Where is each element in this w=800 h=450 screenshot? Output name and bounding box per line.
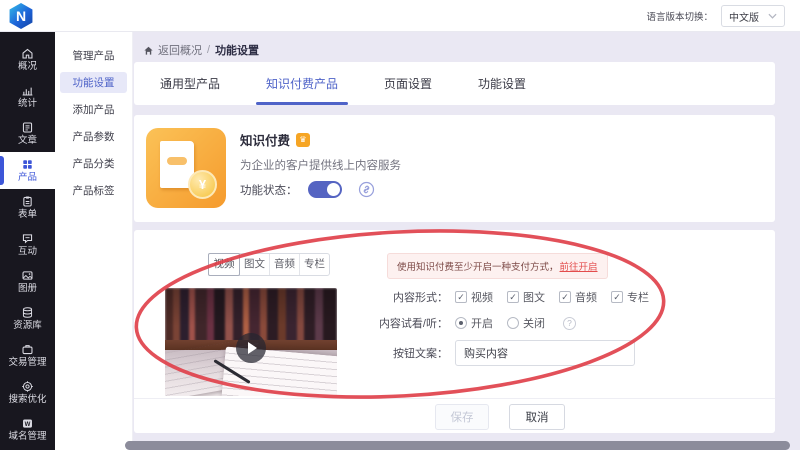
status-label: 功能状态： <box>240 182 298 198</box>
content-tab-video[interactable]: 视频 <box>208 253 240 276</box>
sidebar-item-seo[interactable]: 搜索优化 <box>0 374 55 411</box>
product-info-card: ¥ 知识付费 ♛ 为企业的客户提供线上内容服务 功能状态： <box>134 115 775 222</box>
check-icon: ✓ <box>507 291 519 303</box>
footer-divider <box>134 398 775 399</box>
top-bar: N 语言版本切换： 中文版 <box>0 0 800 32</box>
home-icon <box>143 45 154 56</box>
sidebar-item-trade[interactable]: 交易管理 <box>0 337 55 374</box>
button-text-input[interactable] <box>455 340 635 366</box>
language-select[interactable]: 中文版 <box>721 5 785 27</box>
content-type-label: 内容形式： <box>373 289 448 305</box>
save-button[interactable]: 保存 <box>435 404 489 430</box>
domain-icon: W <box>21 417 34 430</box>
sidebar-item-form[interactable]: 表单 <box>0 189 55 226</box>
tab-function-settings[interactable]: 功能设置 <box>478 62 526 105</box>
payment-warning: 使用知识付费至少开启一种支付方式， 前往开启 <box>387 253 608 279</box>
trial-row: 内容试看/听： 开启 关闭 ? <box>373 314 576 332</box>
link-icon[interactable] <box>358 181 375 198</box>
subsidebar-item-product-tags[interactable]: 产品标签 <box>60 180 127 201</box>
subsidebar-item-manage-product[interactable]: 管理产品 <box>60 45 127 66</box>
sidebar-item-stats[interactable]: 统计 <box>0 78 55 115</box>
radio-icon <box>455 317 467 329</box>
tab-knowledge-pay-product[interactable]: 知识付费产品 <box>266 62 338 105</box>
sidebar-item-product[interactable]: 产品 <box>0 152 55 189</box>
sidebar-item-overview[interactable]: 概况 <box>0 41 55 78</box>
content-settings-card: 视频 图文 音频 专栏 使用知识付费至少开启一种支付方式， 前往开启 内容形式：… <box>134 230 775 433</box>
sidebar-item-domain[interactable]: W 域名管理 <box>0 411 55 448</box>
radio-trial-off[interactable]: 关闭 <box>507 315 545 331</box>
language-value: 中文版 <box>729 9 759 24</box>
interaction-icon <box>21 232 34 245</box>
language-switcher: 语言版本切换： 中文版 <box>646 0 785 32</box>
resource-icon <box>21 306 34 319</box>
product-title: 知识付费 <box>240 130 290 149</box>
yuan-coin-icon: ¥ <box>188 170 217 199</box>
content-type-tab-group: 视频 图文 音频 专栏 <box>208 253 330 276</box>
article-icon <box>21 121 34 134</box>
status-toggle[interactable] <box>308 181 342 198</box>
radio-icon <box>507 317 519 329</box>
subsidebar-item-product-category[interactable]: 产品分类 <box>60 153 127 174</box>
warning-text: 使用知识付费至少开启一种支付方式， <box>397 259 559 273</box>
svg-text:W: W <box>25 421 31 428</box>
checkbox-column[interactable]: ✓ 专栏 <box>611 289 649 305</box>
home-icon <box>21 47 34 60</box>
product-grid-icon <box>21 158 34 171</box>
button-text-row: 按钮文案： <box>373 340 635 366</box>
breadcrumb-current: 功能设置 <box>215 42 259 58</box>
primary-sidebar: 概况 统计 文章 产品 表单 互动 图册 资源库 交易管理 搜索优化 W 域名管… <box>0 32 55 450</box>
seo-icon <box>21 380 34 393</box>
language-label: 语言版本切换： <box>646 9 713 23</box>
checkbox-audio[interactable]: ✓ 音频 <box>559 289 597 305</box>
breadcrumb-back-link[interactable]: 返回概况 <box>143 42 202 58</box>
help-icon[interactable]: ? <box>563 317 576 330</box>
horizontal-scrollbar[interactable] <box>125 441 790 450</box>
app-logo[interactable]: N <box>8 3 34 29</box>
button-text-label: 按钮文案： <box>373 345 448 361</box>
sidebar-item-resource[interactable]: 资源库 <box>0 300 55 337</box>
subsidebar-item-add-product[interactable]: 添加产品 <box>60 99 127 120</box>
tab-bar: 通用型产品 知识付费产品 页面设置 功能设置 <box>134 62 775 105</box>
product-description: 为企业的客户提供线上内容服务 <box>240 157 401 173</box>
radio-trial-on[interactable]: 开启 <box>455 315 493 331</box>
content-tab-imagetext[interactable]: 图文 <box>239 254 269 275</box>
check-icon: ✓ <box>455 291 467 303</box>
gallery-icon <box>21 269 34 282</box>
form-icon <box>21 195 34 208</box>
recommended-badge-icon: ♛ <box>296 133 310 147</box>
go-enable-link[interactable]: 前往开启 <box>560 259 598 273</box>
play-button[interactable] <box>236 333 266 363</box>
main-content: 返回概况 / 功能设置 通用型产品 知识付费产品 页面设置 功能设置 ¥ 知识付… <box>133 32 800 450</box>
trial-label: 内容试看/听： <box>373 315 448 331</box>
breadcrumb: 返回概况 / 功能设置 <box>143 42 259 58</box>
trade-icon <box>21 343 34 356</box>
subsidebar-item-product-params[interactable]: 产品参数 <box>60 126 127 147</box>
sidebar-item-article[interactable]: 文章 <box>0 115 55 152</box>
video-thumbnail[interactable] <box>165 288 337 396</box>
chevron-down-icon <box>768 13 777 19</box>
logo-letter: N <box>16 8 26 24</box>
check-icon: ✓ <box>611 291 623 303</box>
knowledge-pay-product-icon: ¥ <box>146 128 226 208</box>
check-icon: ✓ <box>559 291 571 303</box>
checkbox-video[interactable]: ✓ 视频 <box>455 289 493 305</box>
checkbox-imagetext[interactable]: ✓ 图文 <box>507 289 545 305</box>
cancel-button[interactable]: 取消 <box>509 404 565 430</box>
content-tab-audio[interactable]: 音频 <box>269 254 299 275</box>
stats-icon <box>21 84 34 97</box>
subsidebar-item-function-settings[interactable]: 功能设置 <box>60 72 127 93</box>
sidebar-item-interaction[interactable]: 互动 <box>0 226 55 263</box>
tab-page-settings[interactable]: 页面设置 <box>384 62 432 105</box>
tab-general-product[interactable]: 通用型产品 <box>160 62 220 105</box>
content-tab-column[interactable]: 专栏 <box>299 254 329 275</box>
sidebar-item-gallery[interactable]: 图册 <box>0 263 55 300</box>
breadcrumb-separator: / <box>207 44 210 56</box>
content-type-row: 内容形式： ✓ 视频 ✓ 图文 ✓ 音频 ✓ 专栏 <box>373 288 649 306</box>
secondary-sidebar: 管理产品 功能设置 添加产品 产品参数 产品分类 产品标签 <box>55 32 133 450</box>
